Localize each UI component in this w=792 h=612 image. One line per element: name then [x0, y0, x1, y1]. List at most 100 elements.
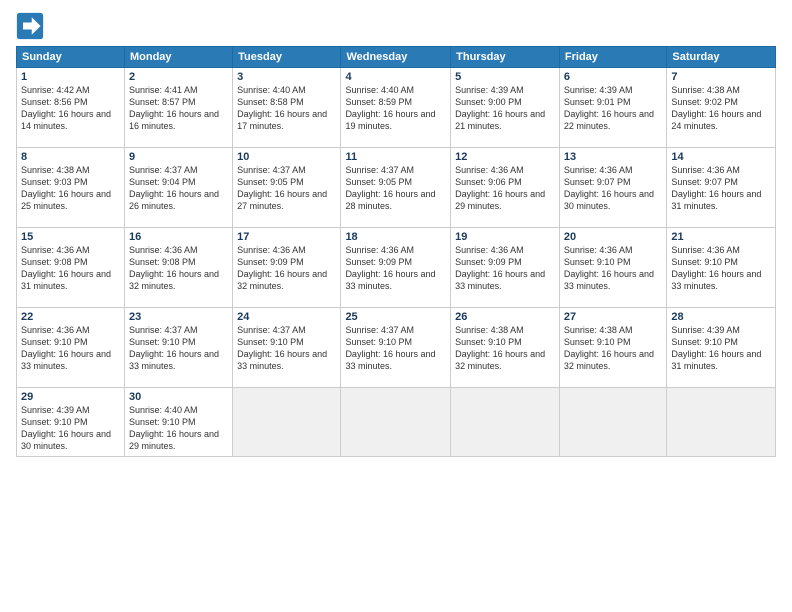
day-detail: Sunrise: 4:39 AM Sunset: 9:10 PM Dayligh…: [21, 404, 120, 453]
day-detail: Sunrise: 4:39 AM Sunset: 9:00 PM Dayligh…: [455, 84, 555, 133]
day-number: 20: [564, 231, 662, 243]
day-detail: Sunrise: 4:37 AM Sunset: 9:05 PM Dayligh…: [345, 164, 446, 213]
day-detail: Sunrise: 4:36 AM Sunset: 9:08 PM Dayligh…: [21, 244, 120, 293]
calendar-day-cell: 19 Sunrise: 4:36 AM Sunset: 9:09 PM Dayl…: [451, 228, 560, 308]
calendar-day-cell: 25 Sunrise: 4:37 AM Sunset: 9:10 PM Dayl…: [341, 308, 451, 388]
day-number: 25: [345, 311, 446, 323]
day-number: 29: [21, 391, 120, 403]
calendar-day-header: Monday: [124, 47, 232, 68]
calendar-day-header: Wednesday: [341, 47, 451, 68]
calendar-week-row: 1 Sunrise: 4:42 AM Sunset: 8:56 PM Dayli…: [17, 68, 776, 148]
calendar-day-cell: 24 Sunrise: 4:37 AM Sunset: 9:10 PM Dayl…: [233, 308, 341, 388]
calendar-day-header: Sunday: [17, 47, 125, 68]
calendar-day-header: Friday: [559, 47, 666, 68]
day-detail: Sunrise: 4:37 AM Sunset: 9:04 PM Dayligh…: [129, 164, 228, 213]
calendar-day-cell: 6 Sunrise: 4:39 AM Sunset: 9:01 PM Dayli…: [559, 68, 666, 148]
calendar-week-row: 8 Sunrise: 4:38 AM Sunset: 9:03 PM Dayli…: [17, 148, 776, 228]
day-detail: Sunrise: 4:36 AM Sunset: 9:09 PM Dayligh…: [455, 244, 555, 293]
day-number: 27: [564, 311, 662, 323]
calendar-day-cell: 26 Sunrise: 4:38 AM Sunset: 9:10 PM Dayl…: [451, 308, 560, 388]
calendar-day-header: Thursday: [451, 47, 560, 68]
day-number: 13: [564, 151, 662, 163]
day-number: 23: [129, 311, 228, 323]
calendar-day-cell: 1 Sunrise: 4:42 AM Sunset: 8:56 PM Dayli…: [17, 68, 125, 148]
day-number: 17: [237, 231, 336, 243]
calendar-day-cell: 11 Sunrise: 4:37 AM Sunset: 9:05 PM Dayl…: [341, 148, 451, 228]
day-detail: Sunrise: 4:39 AM Sunset: 9:01 PM Dayligh…: [564, 84, 662, 133]
day-number: 18: [345, 231, 446, 243]
calendar-day-cell: 12 Sunrise: 4:36 AM Sunset: 9:06 PM Dayl…: [451, 148, 560, 228]
header: [16, 12, 776, 40]
calendar-day-cell: [667, 388, 776, 457]
day-number: 5: [455, 71, 555, 83]
day-detail: Sunrise: 4:38 AM Sunset: 9:03 PM Dayligh…: [21, 164, 120, 213]
day-number: 9: [129, 151, 228, 163]
day-detail: Sunrise: 4:40 AM Sunset: 9:10 PM Dayligh…: [129, 404, 228, 453]
day-detail: Sunrise: 4:38 AM Sunset: 9:10 PM Dayligh…: [564, 324, 662, 373]
day-detail: Sunrise: 4:41 AM Sunset: 8:57 PM Dayligh…: [129, 84, 228, 133]
calendar-header-row: SundayMondayTuesdayWednesdayThursdayFrid…: [17, 47, 776, 68]
calendar-day-cell: 22 Sunrise: 4:36 AM Sunset: 9:10 PM Dayl…: [17, 308, 125, 388]
calendar-week-row: 15 Sunrise: 4:36 AM Sunset: 9:08 PM Dayl…: [17, 228, 776, 308]
logo: [16, 12, 48, 40]
calendar-day-cell: 20 Sunrise: 4:36 AM Sunset: 9:10 PM Dayl…: [559, 228, 666, 308]
day-number: 30: [129, 391, 228, 403]
calendar-day-cell: 5 Sunrise: 4:39 AM Sunset: 9:00 PM Dayli…: [451, 68, 560, 148]
day-number: 11: [345, 151, 446, 163]
day-number: 22: [21, 311, 120, 323]
day-detail: Sunrise: 4:36 AM Sunset: 9:09 PM Dayligh…: [345, 244, 446, 293]
day-number: 4: [345, 71, 446, 83]
day-number: 10: [237, 151, 336, 163]
calendar-day-cell: 28 Sunrise: 4:39 AM Sunset: 9:10 PM Dayl…: [667, 308, 776, 388]
day-detail: Sunrise: 4:38 AM Sunset: 9:10 PM Dayligh…: [455, 324, 555, 373]
day-detail: Sunrise: 4:37 AM Sunset: 9:05 PM Dayligh…: [237, 164, 336, 213]
calendar-day-cell: 9 Sunrise: 4:37 AM Sunset: 9:04 PM Dayli…: [124, 148, 232, 228]
day-detail: Sunrise: 4:39 AM Sunset: 9:10 PM Dayligh…: [671, 324, 771, 373]
calendar-day-cell: 23 Sunrise: 4:37 AM Sunset: 9:10 PM Dayl…: [124, 308, 232, 388]
calendar-day-cell: 29 Sunrise: 4:39 AM Sunset: 9:10 PM Dayl…: [17, 388, 125, 457]
day-detail: Sunrise: 4:37 AM Sunset: 9:10 PM Dayligh…: [129, 324, 228, 373]
calendar-week-row: 29 Sunrise: 4:39 AM Sunset: 9:10 PM Dayl…: [17, 388, 776, 457]
calendar-day-cell: [233, 388, 341, 457]
day-detail: Sunrise: 4:40 AM Sunset: 8:58 PM Dayligh…: [237, 84, 336, 133]
day-number: 2: [129, 71, 228, 83]
day-number: 24: [237, 311, 336, 323]
day-number: 15: [21, 231, 120, 243]
calendar-table: SundayMondayTuesdayWednesdayThursdayFrid…: [16, 46, 776, 457]
day-number: 3: [237, 71, 336, 83]
day-number: 8: [21, 151, 120, 163]
calendar-day-cell: 17 Sunrise: 4:36 AM Sunset: 9:09 PM Dayl…: [233, 228, 341, 308]
calendar-day-cell: 7 Sunrise: 4:38 AM Sunset: 9:02 PM Dayli…: [667, 68, 776, 148]
calendar-day-cell: 18 Sunrise: 4:36 AM Sunset: 9:09 PM Dayl…: [341, 228, 451, 308]
day-number: 6: [564, 71, 662, 83]
day-detail: Sunrise: 4:36 AM Sunset: 9:10 PM Dayligh…: [21, 324, 120, 373]
page: SundayMondayTuesdayWednesdayThursdayFrid…: [0, 0, 792, 612]
day-detail: Sunrise: 4:37 AM Sunset: 9:10 PM Dayligh…: [237, 324, 336, 373]
calendar-day-header: Saturday: [667, 47, 776, 68]
calendar-day-cell: 10 Sunrise: 4:37 AM Sunset: 9:05 PM Dayl…: [233, 148, 341, 228]
calendar-day-cell: 4 Sunrise: 4:40 AM Sunset: 8:59 PM Dayli…: [341, 68, 451, 148]
day-number: 1: [21, 71, 120, 83]
calendar-day-cell: 30 Sunrise: 4:40 AM Sunset: 9:10 PM Dayl…: [124, 388, 232, 457]
calendar-day-cell: 3 Sunrise: 4:40 AM Sunset: 8:58 PM Dayli…: [233, 68, 341, 148]
calendar-day-cell: 21 Sunrise: 4:36 AM Sunset: 9:10 PM Dayl…: [667, 228, 776, 308]
calendar-day-cell: 14 Sunrise: 4:36 AM Sunset: 9:07 PM Dayl…: [667, 148, 776, 228]
day-detail: Sunrise: 4:36 AM Sunset: 9:07 PM Dayligh…: [564, 164, 662, 213]
calendar-day-cell: 2 Sunrise: 4:41 AM Sunset: 8:57 PM Dayli…: [124, 68, 232, 148]
calendar-week-row: 22 Sunrise: 4:36 AM Sunset: 9:10 PM Dayl…: [17, 308, 776, 388]
day-detail: Sunrise: 4:36 AM Sunset: 9:10 PM Dayligh…: [671, 244, 771, 293]
day-number: 21: [671, 231, 771, 243]
day-detail: Sunrise: 4:40 AM Sunset: 8:59 PM Dayligh…: [345, 84, 446, 133]
day-number: 19: [455, 231, 555, 243]
day-number: 26: [455, 311, 555, 323]
logo-icon: [16, 12, 44, 40]
calendar-day-cell: [341, 388, 451, 457]
calendar-day-cell: 15 Sunrise: 4:36 AM Sunset: 9:08 PM Dayl…: [17, 228, 125, 308]
day-detail: Sunrise: 4:37 AM Sunset: 9:10 PM Dayligh…: [345, 324, 446, 373]
day-detail: Sunrise: 4:36 AM Sunset: 9:10 PM Dayligh…: [564, 244, 662, 293]
day-number: 28: [671, 311, 771, 323]
day-number: 7: [671, 71, 771, 83]
day-detail: Sunrise: 4:36 AM Sunset: 9:07 PM Dayligh…: [671, 164, 771, 213]
calendar-day-cell: 13 Sunrise: 4:36 AM Sunset: 9:07 PM Dayl…: [559, 148, 666, 228]
calendar-day-cell: [451, 388, 560, 457]
